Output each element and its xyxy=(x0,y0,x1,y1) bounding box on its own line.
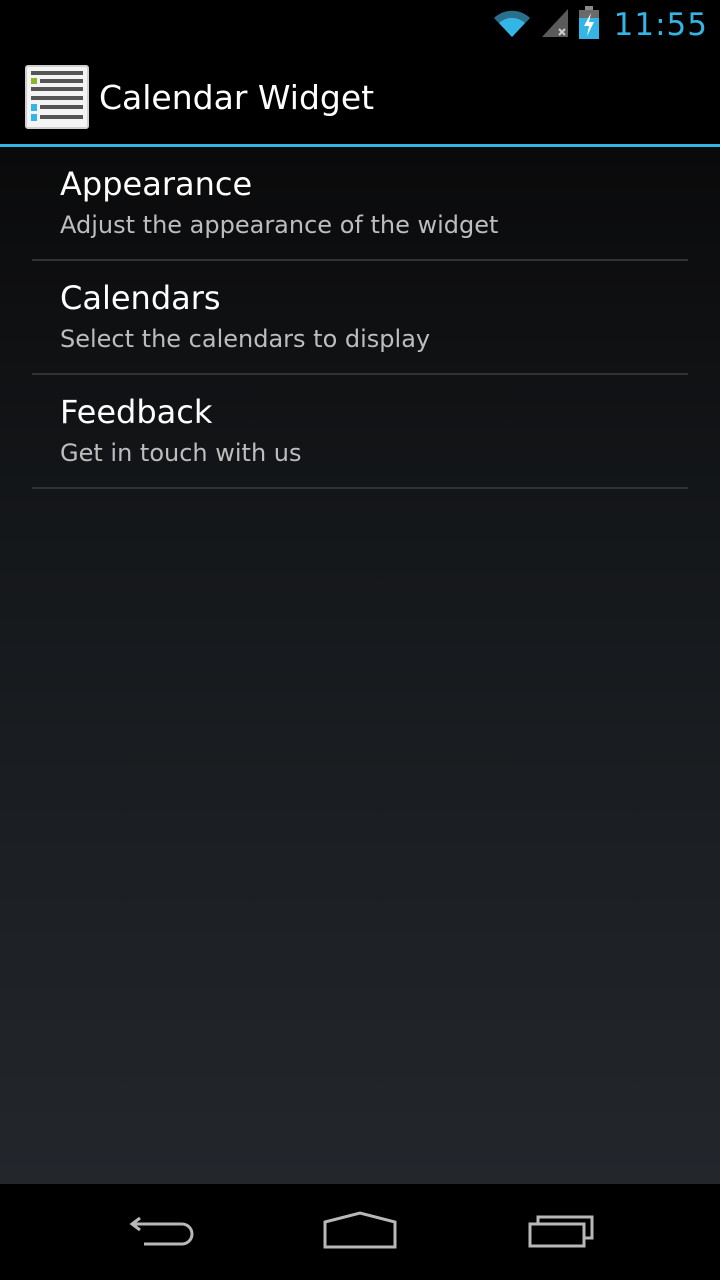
back-button[interactable] xyxy=(80,1184,240,1280)
pref-summary: Get in touch with us xyxy=(60,439,302,467)
pref-title: Calendars xyxy=(60,279,221,317)
pref-summary: Select the calendars to display xyxy=(60,325,431,353)
page-title: Calendar Widget xyxy=(99,77,375,117)
recents-icon xyxy=(526,1210,598,1254)
pref-item-feedback[interactable]: Feedback Get in touch with us xyxy=(32,375,688,489)
recents-button[interactable] xyxy=(482,1184,642,1280)
pref-title: Feedback xyxy=(60,393,213,431)
pref-item-calendars[interactable]: Calendars Select the calendars to displa… xyxy=(32,261,688,375)
navigation-bar xyxy=(0,1184,720,1280)
home-button[interactable] xyxy=(280,1184,440,1280)
status-time: 11:55 xyxy=(613,7,708,43)
pref-item-appearance[interactable]: Appearance Adjust the appearance of the … xyxy=(32,147,688,261)
calendar-widget-app-icon[interactable] xyxy=(0,65,89,129)
status-bar: 11:55 xyxy=(0,0,720,50)
status-icons: 11:55 xyxy=(492,0,708,50)
action-bar: Calendar Widget xyxy=(0,50,720,147)
pref-summary: Adjust the appearance of the widget xyxy=(60,211,499,239)
screen: 11:55 Calendar Widget Appearance Adjust xyxy=(0,0,720,1280)
pref-title: Appearance xyxy=(60,165,253,203)
home-icon xyxy=(322,1210,398,1254)
back-icon xyxy=(124,1210,196,1254)
cell-signal-icon xyxy=(540,7,570,43)
wifi-icon xyxy=(492,7,532,43)
preferences-list: Appearance Adjust the appearance of the … xyxy=(0,147,720,1184)
battery-charging-icon xyxy=(578,6,600,44)
